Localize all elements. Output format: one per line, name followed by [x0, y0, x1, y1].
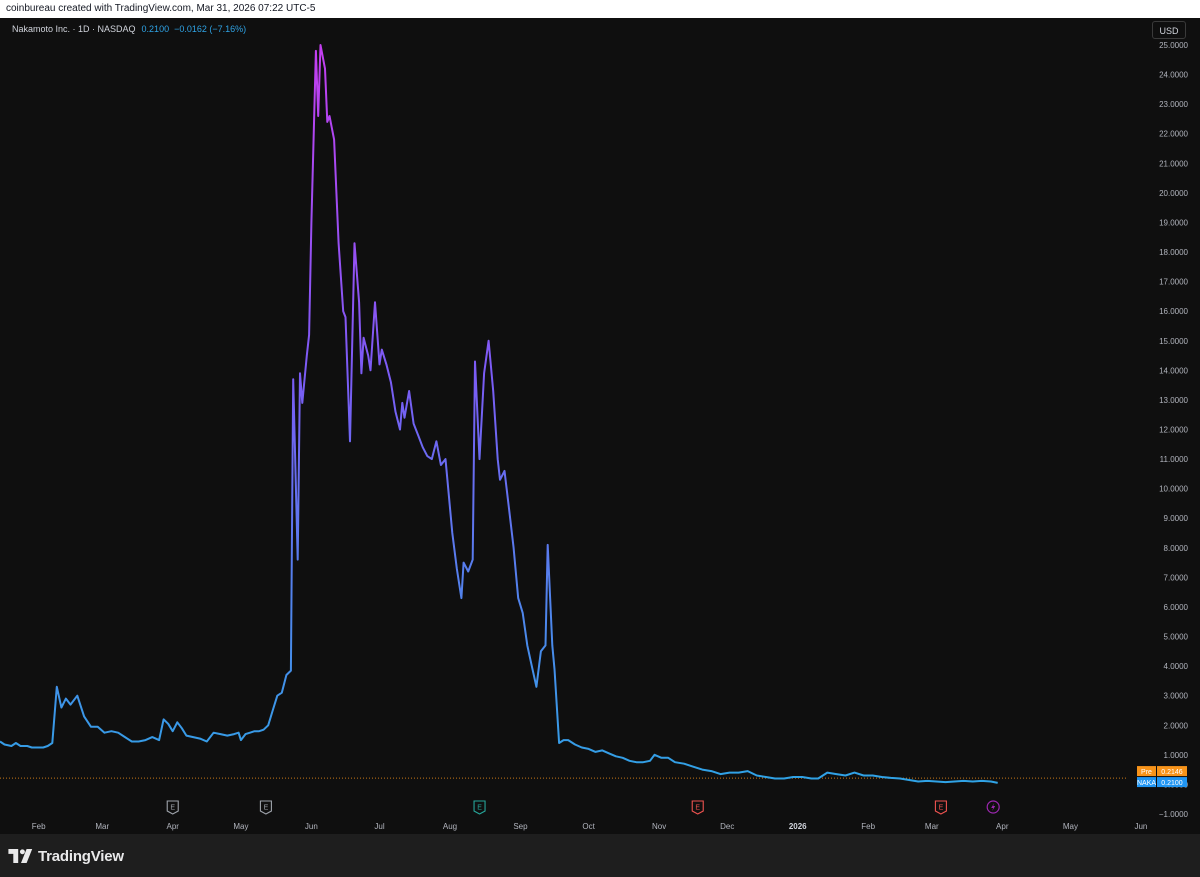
symbol-legend: Nakamoto Inc. · 1D · NASDAQ 0.2100 −0.0162…: [12, 24, 246, 34]
y-tick-label: 23.0000: [1159, 100, 1188, 109]
y-tick-label: 16.0000: [1159, 307, 1188, 316]
x-tick-label: May: [1063, 822, 1078, 831]
y-tick-label: 6.0000: [1164, 603, 1189, 612]
price-chart: −1.00000.00001.00002.00003.00004.00005.0…: [0, 41, 1189, 831]
y-tick-label: 13.0000: [1159, 396, 1188, 405]
price-line: [0, 44, 998, 784]
y-tick-label: 15.0000: [1159, 337, 1188, 346]
x-tick-label: 2026: [789, 822, 807, 831]
x-tick-label: Apr: [167, 822, 180, 831]
x-tick-label: Apr: [996, 822, 1009, 831]
x-tick-label: Jun: [1134, 822, 1147, 831]
y-tick-label: 14.0000: [1159, 366, 1188, 375]
lightning-bolt: [991, 803, 996, 811]
x-tick-label: Sep: [513, 822, 528, 831]
earnings-letter: E: [264, 805, 269, 812]
earnings-letter: E: [477, 805, 482, 812]
earnings-letter: E: [170, 805, 175, 812]
x-tick-label: May: [233, 822, 248, 831]
x-tick-label: Oct: [582, 822, 595, 831]
x-tick-label: Feb: [861, 822, 875, 831]
y-tick-label: 7.0000: [1164, 573, 1189, 582]
earnings-letter: E: [695, 805, 700, 812]
y-tick-label: 19.0000: [1159, 218, 1188, 227]
x-tick-label: Mar: [925, 822, 939, 831]
currency-button[interactable]: USD: [1152, 21, 1186, 39]
y-tick-label: 22.0000: [1159, 130, 1188, 139]
x-tick-label: Feb: [32, 822, 46, 831]
x-tick-label: Mar: [95, 822, 109, 831]
y-tick-label: 25.0000: [1159, 41, 1188, 50]
ticker-value: 0.2100: [1161, 780, 1183, 787]
footer: TradingView: [0, 834, 1200, 877]
x-tick-label: Nov: [652, 822, 666, 831]
y-tick-label: 3.0000: [1164, 692, 1189, 701]
x-tick-label: Jul: [374, 822, 384, 831]
y-tick-label: 5.0000: [1164, 633, 1189, 642]
y-tick-label: 24.0000: [1159, 71, 1188, 80]
y-tick-label: 10.0000: [1159, 485, 1188, 494]
x-tick-label: Aug: [443, 822, 457, 831]
brand-name: TradingView: [38, 847, 124, 865]
premarket-value: 0.2146: [1161, 769, 1183, 776]
last-price: 0.2100: [141, 24, 170, 34]
y-tick-label: 18.0000: [1159, 248, 1188, 257]
y-tick-label: 21.0000: [1159, 159, 1188, 168]
y-tick-label: 4.0000: [1164, 662, 1189, 671]
y-tick-label: 2.0000: [1164, 721, 1189, 730]
y-tick-label: 17.0000: [1159, 278, 1188, 287]
ticker-label: NAKA: [1137, 780, 1156, 787]
chart-area[interactable]: −1.00000.00001.00002.00003.00004.00005.0…: [0, 18, 1200, 834]
y-tick-label: −1.0000: [1159, 810, 1189, 819]
y-tick-label: 8.0000: [1164, 544, 1189, 553]
y-tick-label: 9.0000: [1164, 514, 1189, 523]
y-tick-label: 12.0000: [1159, 426, 1188, 435]
y-tick-label: 20.0000: [1159, 189, 1188, 198]
earnings-letter: E: [939, 805, 944, 812]
premarket-label: Pre: [1141, 769, 1152, 776]
symbol-name: Nakamoto Inc. · 1D · NASDAQ: [12, 24, 136, 34]
price-change: −0.0162 (−7.16%): [174, 24, 247, 34]
chart-caption: coinbureau created with TradingView.com,…: [0, 0, 1200, 18]
x-tick-label: Jun: [305, 822, 318, 831]
tradingview-logo[interactable]: TradingView: [8, 846, 124, 866]
y-tick-label: 1.0000: [1164, 751, 1189, 760]
tradingview-logo-icon: [8, 849, 33, 863]
x-tick-label: Dec: [720, 822, 734, 831]
y-tick-label: 11.0000: [1160, 455, 1189, 464]
